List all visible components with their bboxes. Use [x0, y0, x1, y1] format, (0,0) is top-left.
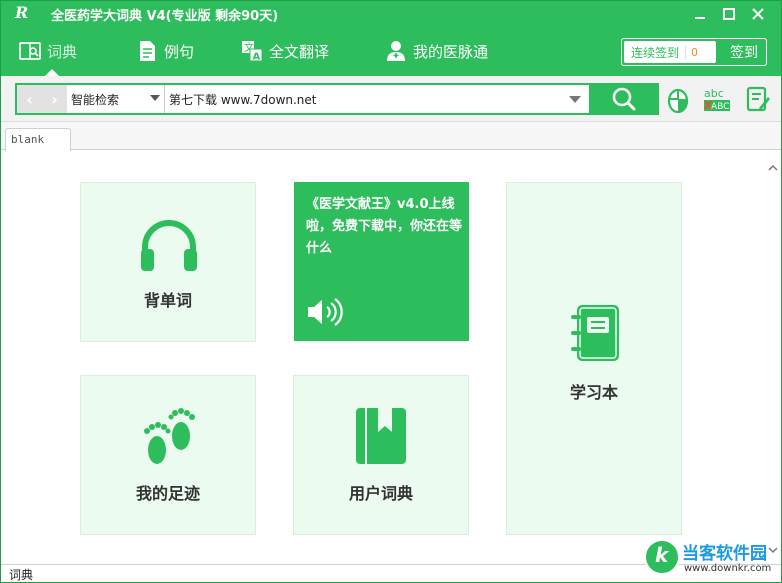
- nav-tab-label: 例句: [164, 42, 195, 61]
- card-vocabulary[interactable]: 背单词: [80, 182, 256, 342]
- minimize-icon: [695, 16, 705, 19]
- app-title: 全医药学大词典 V4(专业版 剩余90天): [51, 9, 279, 24]
- screen-capture-tool[interactable]: [663, 84, 693, 114]
- spell-check-icon: abc ABC: [704, 87, 730, 112]
- edit-note-icon: [746, 86, 770, 112]
- notes-tool[interactable]: [743, 84, 773, 114]
- card-user-dictionary-label: 用户词典: [348, 484, 413, 503]
- card-notebook[interactable]: 学习本: [506, 182, 682, 535]
- card-vocabulary-label: 背单词: [143, 291, 192, 310]
- translate-icon: 文 A: [242, 41, 263, 63]
- home-panel: 背单词 《医学文献王》v4.0上线啦，免费下载中，你还在等什么 学习本 我的足迹…: [1, 151, 765, 564]
- search-button[interactable]: [589, 83, 659, 115]
- forward-arrow-icon[interactable]: ›: [51, 90, 58, 109]
- notebook-icon: [571, 305, 619, 361]
- scroll-up-icon[interactable]: [768, 163, 778, 173]
- card-user-dictionary[interactable]: 用户词典: [293, 375, 469, 535]
- watermark-title: 当客软件园: [682, 544, 767, 564]
- nav-tab-label: 全文翻译: [269, 42, 330, 61]
- card-notebook-label: 学习本: [569, 383, 618, 402]
- card-footprints-label: 我的足迹: [135, 484, 200, 503]
- card-footprints[interactable]: 我的足迹: [80, 375, 256, 535]
- speaker-icon: [308, 298, 343, 326]
- title-bar: R 全医药学大词典 V4(专业版 剩余90天): [1, 1, 781, 26]
- chevron-down-icon: [150, 95, 160, 101]
- history-dropdown-icon[interactable]: [569, 96, 581, 103]
- close-button[interactable]: [744, 1, 772, 26]
- document-tabs: blank: [1, 122, 781, 151]
- document-icon: [140, 41, 155, 61]
- sign-in-button[interactable]: 签到: [722, 39, 766, 65]
- nav-tab-my-account[interactable]: 我的医脉通: [385, 26, 488, 76]
- svg-text:A: A: [253, 52, 261, 63]
- maximize-button[interactable]: [715, 1, 743, 26]
- search-icon: [612, 87, 636, 111]
- headphones-icon: [141, 220, 197, 271]
- search-box: ‹ › 智能检索: [15, 83, 659, 115]
- sign-in-streak-label: 连续签到: [631, 45, 680, 60]
- watermark: k 当客软件园 www.downkr.com: [644, 533, 782, 579]
- spell-check-tool[interactable]: abc ABC: [702, 84, 732, 114]
- sign-in-count: 0: [685, 45, 698, 59]
- maximize-icon: [723, 7, 735, 20]
- search-mode-select[interactable]: 智能检索: [69, 85, 165, 113]
- card-promo[interactable]: 《医学文献王》v4.0上线啦，免费下载中，你还在等什么: [294, 182, 469, 341]
- vertical-scrollbar[interactable]: [765, 151, 781, 564]
- nav-tab-label: 词典: [47, 42, 78, 61]
- watermark-logo-icon: k: [644, 539, 680, 575]
- sign-in-widget: 连续签到 0 签到: [621, 38, 767, 66]
- sign-in-streak: 连续签到 0: [624, 41, 716, 63]
- bookmark-book-icon: [356, 408, 406, 464]
- svg-text:ABC: ABC: [711, 102, 729, 112]
- svg-text:abc: abc: [704, 87, 724, 100]
- nav-tab-dictionary[interactable]: 词典: [19, 26, 77, 76]
- history-arrows: ‹ ›: [17, 85, 67, 113]
- doctor-icon: [387, 41, 405, 61]
- status-text: 词典: [9, 568, 34, 582]
- close-icon: [752, 7, 764, 20]
- nav-tab-translate[interactable]: 文 A 全文翻译: [241, 26, 329, 76]
- footprints-icon: [144, 408, 195, 464]
- app-window: R 全医药学大词典 V4(专业版 剩余90天) 词典 例句 文 A 全文翻译 我…: [0, 0, 782, 583]
- tab-blank[interactable]: blank: [5, 128, 71, 151]
- app-logo: R: [15, 3, 29, 22]
- nav-tab-sentences[interactable]: 例句: [136, 26, 194, 76]
- nav-tab-label: 我的医脉通: [413, 42, 489, 61]
- main-nav: 词典 例句 文 A 全文翻译 我的医脉通 连续签到 0 签到: [1, 26, 781, 76]
- back-arrow-icon[interactable]: ‹: [26, 90, 33, 109]
- minimize-button[interactable]: [686, 1, 714, 26]
- search-input[interactable]: [169, 87, 569, 111]
- book-search-icon: [19, 42, 41, 60]
- search-mode-value: 智能检索: [71, 92, 120, 107]
- promo-text: 《医学文献王》v4.0上线啦，免费下载中，你还在等什么: [306, 197, 463, 256]
- mouse-pointer-icon: [667, 88, 689, 113]
- watermark-url: www.downkr.com: [684, 563, 772, 574]
